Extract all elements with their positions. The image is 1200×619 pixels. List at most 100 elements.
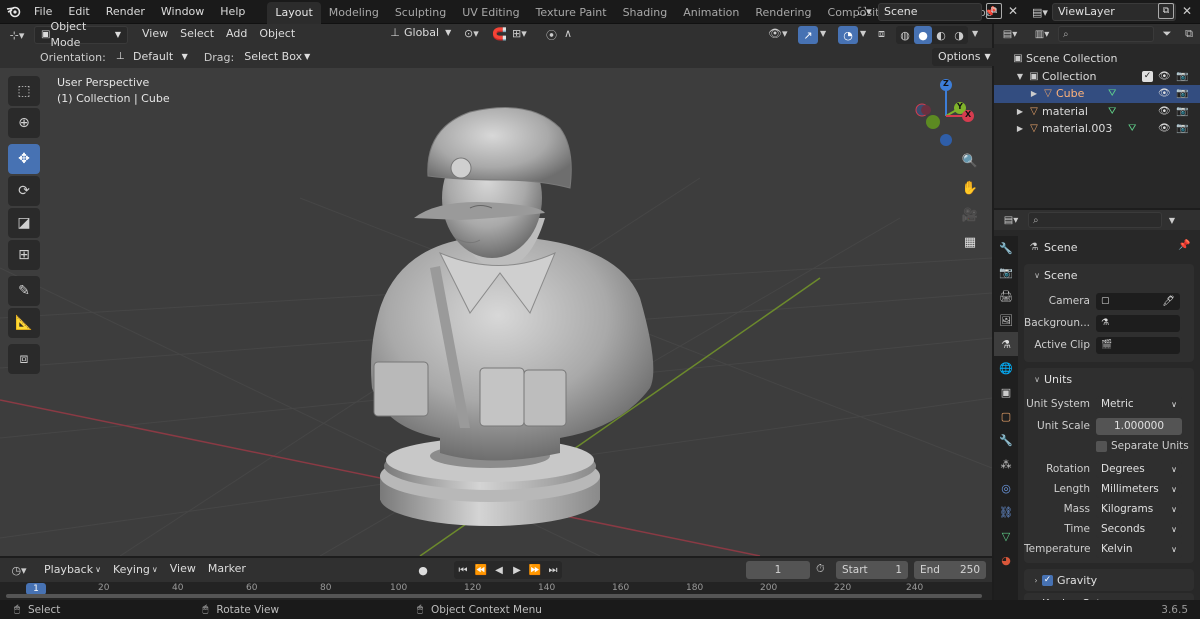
menu-view[interactable]: View xyxy=(136,26,174,44)
measure-tool-icon[interactable]: 📐 xyxy=(8,308,40,338)
collection-tab-icon[interactable]: ▣ xyxy=(994,380,1018,404)
render-camera-icon[interactable]: 📷 xyxy=(1176,88,1188,99)
move-tool-icon[interactable]: ✥ xyxy=(8,144,40,174)
output-tab-icon[interactable]: 🖨 xyxy=(994,284,1018,308)
camera-field[interactable]: ▢ 🖊 xyxy=(1096,292,1180,310)
background-field[interactable]: ⚗ xyxy=(1096,314,1180,332)
disclosure-closed-icon[interactable]: ▶ xyxy=(1014,107,1026,116)
xray-icon[interactable]: ⧈ xyxy=(878,27,885,41)
wireframe-shading-icon[interactable]: ◍ xyxy=(896,29,914,42)
tool-tab-icon[interactable]: 🔧 xyxy=(994,236,1018,260)
gravity-checkbox[interactable]: ✓ xyxy=(1042,574,1053,586)
data-tab-icon[interactable]: ▽ xyxy=(994,524,1018,548)
transform-orientation[interactable]: ⊥ Global ▼ xyxy=(386,26,451,39)
keying-menu[interactable]: Keying ∨ xyxy=(107,561,164,579)
solid-shading-icon[interactable]: ● xyxy=(914,26,932,44)
start-frame-field[interactable]: Start 1 xyxy=(836,561,908,579)
pin-icon[interactable]: 📌 xyxy=(1178,240,1190,251)
checkbox-checked-icon[interactable]: ✓ xyxy=(1142,70,1153,82)
timeline-ruler[interactable]: 1 20 40 60 80 100 120 140 160 180 200 22… xyxy=(0,582,992,600)
temperature-dropdown[interactable]: Kelvin ∨ xyxy=(1096,540,1182,558)
jump-keyframe-forward-icon[interactable]: ⏩ xyxy=(526,565,544,576)
unit-system-dropdown[interactable]: Metric ∨ xyxy=(1096,395,1182,413)
transform-tool-icon[interactable]: ⊞ xyxy=(8,240,40,270)
tab-modeling[interactable]: Modeling xyxy=(321,2,387,24)
scene-panel-header[interactable]: ∨ Scene xyxy=(1024,264,1194,286)
view-layer-tab-icon[interactable]: 🖼 xyxy=(994,308,1018,332)
end-frame-field[interactable]: End 250 xyxy=(914,561,986,579)
chevron-down-icon[interactable]: ▼ xyxy=(1162,216,1182,225)
rotation-dropdown[interactable]: Degrees ∨ xyxy=(1096,460,1182,478)
pan-hand-icon[interactable]: ✋ xyxy=(959,177,981,199)
zoom-icon[interactable]: 🔍 xyxy=(959,150,981,172)
menu-select[interactable]: Select xyxy=(174,26,220,44)
chevron-down-icon[interactable]: ▼ xyxy=(860,29,866,38)
orientation-dropdown[interactable]: ⊥ Default ▼ xyxy=(110,48,194,66)
snap-target-icon[interactable]: ⊞▾ xyxy=(512,27,527,40)
gravity-panel-header[interactable]: › ✓ Gravity xyxy=(1024,569,1194,591)
jump-start-icon[interactable]: ⏮ xyxy=(454,565,472,576)
eye-icon[interactable]: 👁 xyxy=(1158,88,1171,99)
jump-keyframe-back-icon[interactable]: ⏪ xyxy=(472,565,490,576)
gizmo-toggle-icon[interactable]: ↗ xyxy=(798,26,818,44)
3d-viewport[interactable]: User Perspective (1) Collection | Cube Z… xyxy=(0,68,992,556)
stopwatch-icon[interactable]: ⏱ xyxy=(816,562,825,576)
rendered-shading-icon[interactable]: ◑ xyxy=(950,29,968,42)
scale-tool-icon[interactable]: ◪ xyxy=(8,208,40,238)
pivot-icon[interactable]: ⊙▾ xyxy=(464,27,479,40)
proportional-edit-icon[interactable]: ⦿ xyxy=(546,27,557,43)
disclosure-closed-icon[interactable]: ▶ xyxy=(1028,89,1040,98)
overlays-icon[interactable]: ◔ xyxy=(838,26,858,44)
add-cube-tool-icon[interactable]: ⧈ xyxy=(8,344,40,374)
annotate-tool-icon[interactable]: ✎ xyxy=(8,276,40,306)
tab-animation[interactable]: Animation xyxy=(675,2,747,24)
record-icon[interactable]: ● xyxy=(414,561,432,579)
tab-layout[interactable]: Layout xyxy=(267,1,321,24)
particles-tab-icon[interactable]: ⁂ xyxy=(994,452,1018,476)
rotate-tool-icon[interactable]: ⟳ xyxy=(8,176,40,206)
playback-menu[interactable]: Playback ∨ xyxy=(38,561,107,579)
eye-icon[interactable]: 👁 xyxy=(1158,71,1171,82)
scene-tab-icon[interactable]: ⚗ xyxy=(994,332,1018,356)
active-clip-field[interactable]: 🎬 xyxy=(1096,336,1180,354)
world-tab-icon[interactable]: 🌐 xyxy=(994,356,1018,380)
scene-name-field[interactable]: Scene xyxy=(878,3,982,21)
drag-dropdown[interactable]: Select Box ▼ xyxy=(238,48,316,66)
timeline-marker-menu[interactable]: Marker xyxy=(202,561,252,579)
units-panel-header[interactable]: ∨ Units xyxy=(1024,368,1194,390)
grid-projection-icon[interactable]: ▦ xyxy=(959,231,981,253)
separate-units-checkbox[interactable] xyxy=(1096,440,1107,452)
outliner-scene-collection[interactable]: ▣ Scene Collection xyxy=(994,50,1200,68)
menu-object[interactable]: Object xyxy=(253,26,301,44)
outliner-item-cube[interactable]: ▶ ▽ Cube ⛛ 👁 📷 xyxy=(994,85,1200,103)
constraints-tab-icon[interactable]: ⛓ xyxy=(994,500,1018,524)
object-tab-icon[interactable]: ▢ xyxy=(994,404,1018,428)
blender-logo-icon[interactable] xyxy=(0,0,26,24)
eye-icon[interactable]: 👁 xyxy=(1158,123,1171,134)
play-reverse-icon[interactable]: ◀ xyxy=(490,565,508,576)
material-shading-icon[interactable]: ◐ xyxy=(932,29,950,42)
tab-rendering[interactable]: Rendering xyxy=(747,2,819,24)
editor-type-icon[interactable]: ▤▾ xyxy=(994,29,1026,40)
outliner-search-input[interactable]: ⌕ xyxy=(1058,26,1154,42)
unit-scale-field[interactable]: 1.000000 xyxy=(1096,417,1182,435)
tab-shading[interactable]: Shading xyxy=(615,2,676,24)
play-icon[interactable]: ▶ xyxy=(508,565,526,576)
outliner-item-collection[interactable]: ▼ ▣ Collection ✓ 👁 📷 xyxy=(994,68,1200,86)
render-tab-icon[interactable]: 📷 xyxy=(994,260,1018,284)
editor-type-icon[interactable]: ▤▾ xyxy=(994,215,1028,226)
menu-add[interactable]: Add xyxy=(220,26,253,44)
render-camera-icon[interactable]: 📷 xyxy=(1176,106,1188,117)
delete-scene-icon[interactable]: ✕ xyxy=(1006,3,1020,19)
editor-type-icon[interactable]: ⊹▾ xyxy=(0,29,34,42)
mass-dropdown[interactable]: Kilograms ∨ xyxy=(1096,500,1182,518)
physics-tab-icon[interactable]: ◎ xyxy=(994,476,1018,500)
display-mode-icon[interactable]: ▥▾ xyxy=(1026,29,1058,40)
disclosure-open-icon[interactable]: ▼ xyxy=(1014,72,1026,81)
render-camera-icon[interactable]: 📷 xyxy=(1176,123,1188,134)
navigation-gizmo[interactable]: Z Y X xyxy=(908,74,984,156)
outliner-item-material-003[interactable]: ▶ ▽ material.003 ⛛ 👁 📷 xyxy=(994,120,1200,138)
disclosure-closed-icon[interactable]: ▶ xyxy=(1014,124,1026,133)
filter-icon[interactable]: ⏷ xyxy=(1154,27,1180,41)
snap-icon[interactable]: 🧲 xyxy=(492,27,507,41)
